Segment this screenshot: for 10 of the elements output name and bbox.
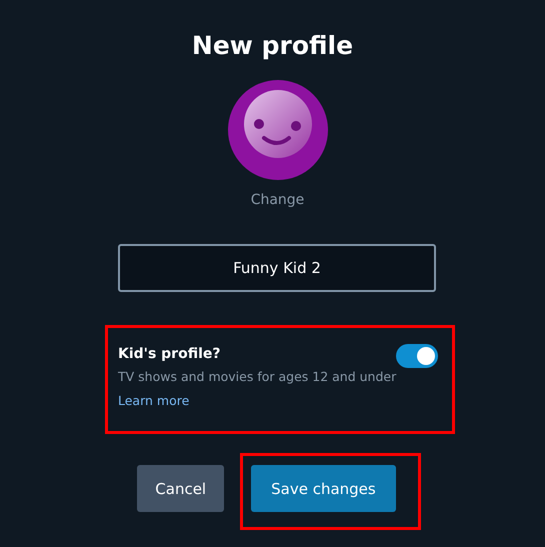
cancel-button[interactable]: Cancel (137, 465, 224, 512)
save-button[interactable]: Save changes (251, 465, 396, 512)
learn-more-link[interactable]: Learn more (118, 393, 190, 408)
kids-profile-label: Kid's profile? (118, 346, 222, 362)
change-avatar-link[interactable]: Change (250, 192, 304, 208)
profile-name-field[interactable]: Funny Kid 2 (118, 244, 436, 292)
toggle-switch[interactable] (396, 344, 438, 368)
kids-profile-description: TV shows and movies for ages 12 and under (118, 369, 396, 384)
page-title: New profile (192, 30, 354, 62)
smiley-avatar-icon[interactable] (228, 80, 328, 180)
